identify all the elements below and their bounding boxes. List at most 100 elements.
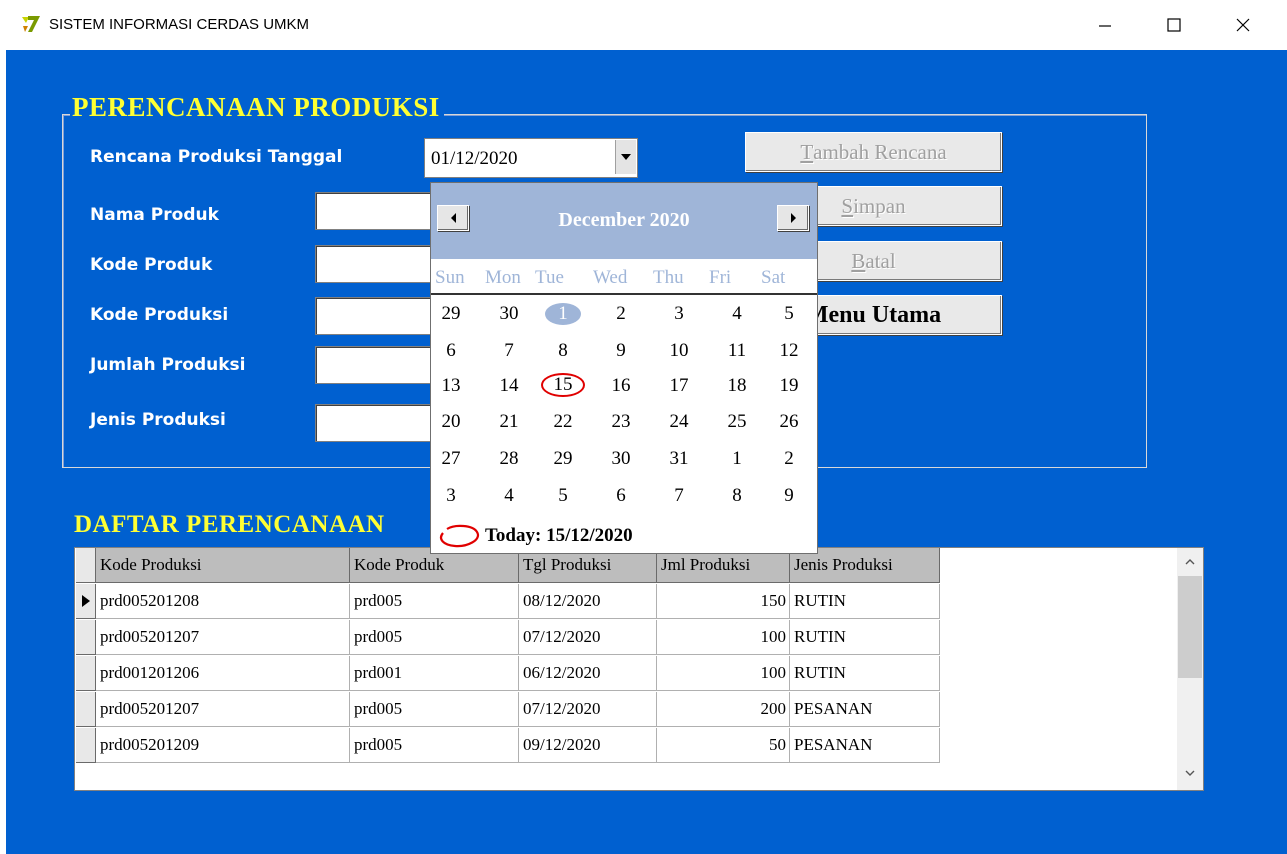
table-cell[interactable]: 100	[657, 620, 790, 655]
table-cell[interactable]: PESANAN	[790, 692, 940, 727]
calendar-day[interactable]: 30	[489, 303, 529, 325]
plan-date-combobox[interactable]: 01/12/2020	[424, 138, 638, 178]
production-code-label: Kode Produksi	[90, 305, 229, 325]
calendar-day[interactable]: 25	[717, 411, 757, 433]
table-cell[interactable]: prd005201209	[96, 728, 350, 763]
column-header[interactable]: Kode Produksi	[96, 548, 350, 583]
calendar-day[interactable]: 19	[769, 375, 809, 397]
calendar-day[interactable]: 18	[717, 375, 757, 397]
calendar-day[interactable]: 4	[717, 303, 757, 325]
next-month-button[interactable]	[777, 205, 809, 231]
calendar-day[interactable]: 10	[659, 340, 699, 362]
minimize-button[interactable]	[1082, 8, 1128, 42]
production-qty-field[interactable]	[315, 346, 437, 384]
calendar-day[interactable]: 23	[601, 411, 641, 433]
main-menu-label: Menu Utama	[805, 301, 942, 328]
table-cell[interactable]: 07/12/2020	[519, 620, 657, 655]
table-cell[interactable]: 06/12/2020	[519, 656, 657, 691]
calendar-day[interactable]: 21	[489, 411, 529, 433]
table-cell[interactable]: RUTIN	[790, 620, 940, 655]
table-cell[interactable]: 200	[657, 692, 790, 727]
calendar-day[interactable]: 6	[601, 485, 641, 507]
table-cell[interactable]: prd005	[350, 728, 519, 763]
calendar-day[interactable]: 14	[489, 375, 529, 397]
table-cell[interactable]: 08/12/2020	[519, 584, 657, 619]
table-cell[interactable]: prd005201208	[96, 584, 350, 619]
calendar-day[interactable]: 5	[543, 485, 583, 507]
production-type-field[interactable]	[315, 404, 437, 442]
calendar-day-selected[interactable]: 1	[545, 303, 581, 325]
calendar-day[interactable]: 3	[431, 485, 471, 507]
production-qty-label: Jumlah Produksi	[90, 355, 246, 375]
row-selector[interactable]	[76, 728, 96, 763]
calendar-day[interactable]: 28	[489, 448, 529, 470]
calendar-day[interactable]: 5	[769, 303, 809, 325]
title-bar: SISTEM INFORMASI CERDAS UMKM	[0, 0, 1287, 50]
row-selector[interactable]	[76, 584, 96, 619]
date-dropdown-button[interactable]	[615, 140, 636, 174]
cancel-accel: B	[851, 248, 866, 273]
calendar-day[interactable]: 31	[659, 448, 699, 470]
table-cell[interactable]: 100	[657, 656, 790, 691]
calendar-day[interactable]: 16	[601, 375, 641, 397]
product-name-field[interactable]	[315, 192, 437, 230]
calendar-day[interactable]: 27	[431, 448, 471, 470]
table-cell[interactable]: prd005	[350, 584, 519, 619]
row-selector[interactable]	[76, 620, 96, 655]
today-link[interactable]: Today: 15/12/2020	[437, 521, 817, 551]
table-cell[interactable]: prd005	[350, 620, 519, 655]
calendar-day[interactable]: 29	[431, 303, 471, 325]
table-cell[interactable]: 07/12/2020	[519, 692, 657, 727]
maximize-button[interactable]	[1151, 8, 1197, 42]
calendar-day[interactable]: 24	[659, 411, 699, 433]
calendar-day[interactable]: 22	[543, 411, 583, 433]
calendar-day[interactable]: 4	[489, 485, 529, 507]
calendar-day[interactable]: 7	[659, 485, 699, 507]
calendar-day[interactable]: 6	[431, 340, 471, 362]
add-plan-button[interactable]: Tambah Rencana	[745, 132, 1002, 172]
calendar-day[interactable]: 8	[543, 340, 583, 362]
table-cell[interactable]: RUTIN	[790, 656, 940, 691]
calendar-day[interactable]: 30	[601, 448, 641, 470]
scroll-up-icon[interactable]	[1185, 558, 1195, 565]
table-cell[interactable]: prd001	[350, 656, 519, 691]
calendar-day[interactable]: 9	[601, 340, 641, 362]
calendar-day[interactable]: 8	[717, 485, 757, 507]
calendar-day[interactable]: 13	[431, 375, 471, 397]
close-button[interactable]	[1220, 8, 1266, 42]
table-cell[interactable]: 09/12/2020	[519, 728, 657, 763]
table-cell[interactable]: RUTIN	[790, 584, 940, 619]
calendar-day-today[interactable]: 15	[541, 373, 585, 397]
row-selector[interactable]	[76, 692, 96, 727]
scroll-down-icon[interactable]	[1185, 770, 1195, 777]
scrollbar-thumb[interactable]	[1178, 576, 1202, 678]
calendar-day[interactable]: 1	[717, 448, 757, 470]
table-cell[interactable]: 50	[657, 728, 790, 763]
product-code-field[interactable]	[315, 245, 437, 283]
grid-vertical-scrollbar[interactable]	[1177, 548, 1203, 790]
table-cell[interactable]: PESANAN	[790, 728, 940, 763]
table-cell[interactable]: 150	[657, 584, 790, 619]
plan-data-grid[interactable]: Kode Produksi Kode Produk Tgl Produksi Jml …	[74, 547, 1204, 791]
calendar-day[interactable]: 29	[543, 448, 583, 470]
calendar-day[interactable]: 20	[431, 411, 471, 433]
calendar-day[interactable]: 2	[769, 448, 809, 470]
calendar-day[interactable]: 3	[659, 303, 699, 325]
calendar-day[interactable]: 9	[769, 485, 809, 507]
save-accel: S	[841, 193, 854, 218]
calendar-day[interactable]: 17	[659, 375, 699, 397]
table-cell[interactable]: prd001201206	[96, 656, 350, 691]
table-cell[interactable]: prd005201207	[96, 692, 350, 727]
calendar-day[interactable]: 7	[489, 340, 529, 362]
date-picker-calendar[interactable]: December 2020 Sun Mon Tue Wed Thu Fri Sat Toda…	[430, 182, 818, 554]
calendar-day[interactable]: 12	[769, 340, 809, 362]
calendar-day[interactable]: 2	[601, 303, 641, 325]
window-title: SISTEM INFORMASI CERDAS UMKM	[49, 16, 310, 33]
plan-date-label: Rencana Produksi Tanggal	[90, 147, 343, 167]
calendar-day[interactable]: 26	[769, 411, 809, 433]
table-cell[interactable]: prd005201207	[96, 620, 350, 655]
row-selector[interactable]	[76, 656, 96, 691]
table-cell[interactable]: prd005	[350, 692, 519, 727]
calendar-day[interactable]: 11	[717, 340, 757, 362]
production-code-field[interactable]	[315, 297, 437, 335]
